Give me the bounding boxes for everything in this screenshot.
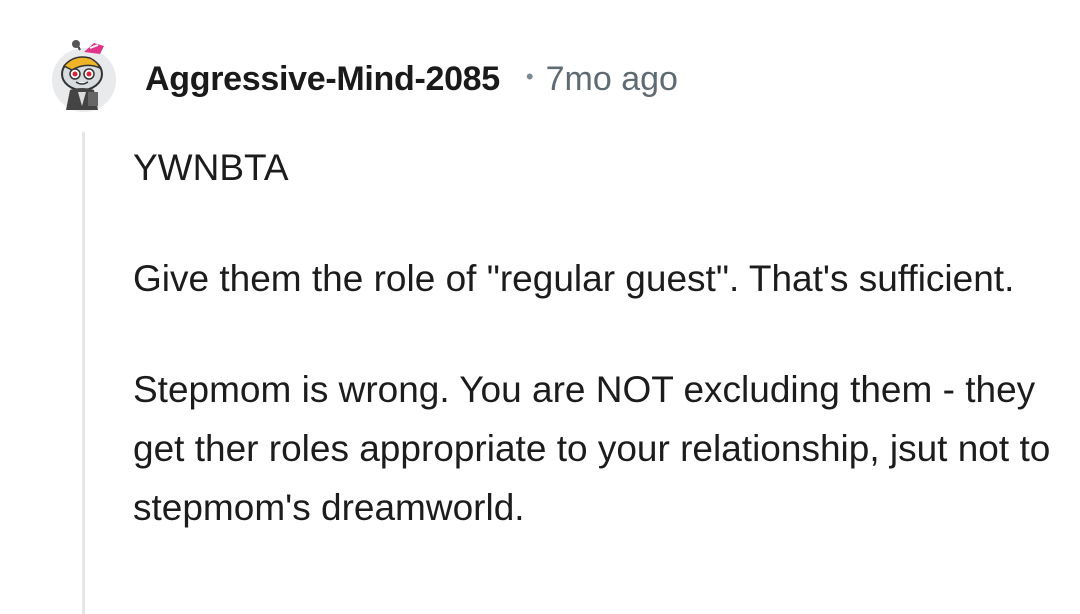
comment-paragraph: Stepmom is wrong. You are NOT excluding …: [133, 369, 1051, 528]
separator-dot: •: [525, 64, 534, 89]
comment-meta: Aggressive-Mind-2085 • 7mo ago: [145, 56, 678, 102]
comment-paragraph: YWNBTA: [133, 147, 289, 188]
comment: Aggressive-Mind-2085 • 7mo ago YWNBTA Gi…: [0, 0, 1080, 614]
snoo-avatar-icon: [52, 40, 116, 112]
user-avatar[interactable]: [50, 40, 118, 112]
comment-paragraph: Give them the role of "regular guest". T…: [133, 258, 1015, 299]
thread-line[interactable]: [82, 132, 85, 614]
author-username[interactable]: Aggressive-Mind-2085: [145, 60, 500, 99]
comment-body: YWNBTA Give them the role of "regular gu…: [133, 138, 1063, 589]
comment-timestamp[interactable]: 7mo ago: [546, 60, 678, 99]
